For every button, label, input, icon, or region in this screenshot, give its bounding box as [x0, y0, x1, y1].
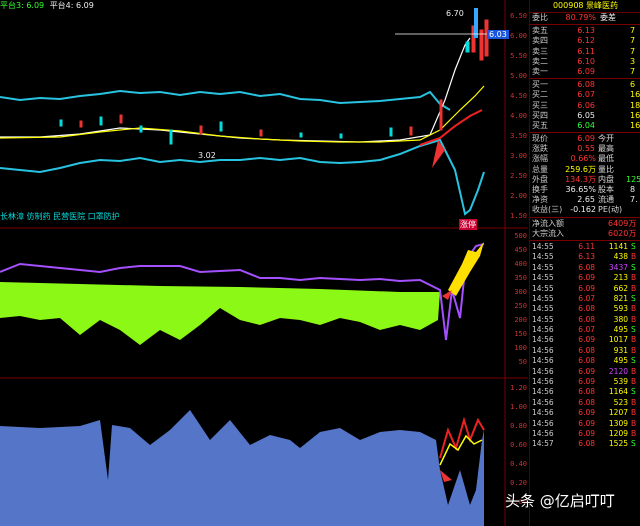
tick-row: 14:55 6.09 662 B: [532, 283, 637, 293]
tick-row: 14:56 6.09 539 B: [532, 377, 637, 387]
axis-label: 4.50: [510, 92, 527, 100]
axis-label: 1.00: [510, 403, 527, 411]
quote-row: 外盘 134.3万 内盘 125: [532, 174, 640, 184]
axis-label: 300: [514, 288, 527, 296]
tick-row: 14:56 6.08 1164 S: [532, 387, 636, 397]
axis-label: 2.00: [510, 192, 527, 200]
tick-list[interactable]: 14:55 6.11 1141 S 14:55 6.13 438 B 14:55 6.08 34…: [530, 242, 640, 450]
flow-row: 大宗流入 6020万: [532, 228, 637, 238]
axis-label: 5.00: [510, 72, 527, 80]
quote-row: 换手 36.65% 股本 8: [532, 185, 636, 194]
tick-row: 14:57 6.08 1525 S: [532, 439, 636, 449]
axis-label: 0.20: [510, 479, 527, 487]
osc-yellow-line: [439, 434, 483, 466]
stock-header[interactable]: 000908 景峰医药: [530, 0, 640, 13]
axis-label: 350: [514, 274, 527, 282]
webi-value: 80.79%: [565, 13, 596, 22]
axis-label: 6.00: [510, 32, 527, 40]
tick-row: 14:56 6.09 1309 B: [532, 418, 637, 428]
ma-white-line: [0, 37, 471, 143]
ask-row[interactable]: 卖五 6.13 7: [530, 26, 640, 36]
ask-row[interactable]: 卖二 6.10 3: [530, 57, 640, 67]
flow-row: 净流入额 6409万: [532, 218, 637, 228]
axis-label: 50: [518, 358, 527, 366]
bid-row[interactable]: 买四 6.05 16: [530, 111, 640, 121]
axis-label: 1.50: [510, 212, 527, 220]
tick-row: 14:56 6.09 1017 B: [532, 335, 637, 345]
tick-row: 14:55 6.09 213 B: [532, 273, 637, 283]
quote-row: 净资 2.65 流通 7.: [532, 195, 638, 205]
axis-label: 3.00: [510, 152, 527, 160]
tick-row: 14:55 6.07 821 S: [532, 293, 636, 303]
tick-row: 14:55 6.08 3437 S: [532, 262, 636, 272]
price-cursor: [474, 8, 478, 38]
axis-label: 100: [514, 344, 527, 352]
quote-row: 总量 259.6万 量比: [532, 164, 614, 174]
watermark: 头条 @亿启叮叮: [505, 492, 615, 510]
tick-row: 14:56 6.07 495 S: [532, 325, 636, 335]
bid-row[interactable]: 买三 6.06 18: [530, 101, 640, 111]
candles-red: [79, 19, 489, 137]
ask-row[interactable]: 卖三 6.11 7: [530, 47, 640, 57]
quote-panel: 000908 景峰医药 委比 80.79% 委差 卖五 6.13 7 卖四 6.12 7…: [529, 0, 640, 526]
quote-row: 涨幅 0.66% 最低: [532, 154, 614, 164]
candles: [59, 41, 470, 145]
volume-green-area: [0, 282, 440, 345]
stock-name: 景峰医药: [586, 1, 619, 10]
tick-row: 14:56 6.09 1207 B: [532, 408, 637, 418]
mid-axis: 500 450 400 350 300 250 200 150 100 50: [506, 232, 528, 376]
quote-row: 涨跌 0.55 最高: [532, 144, 614, 154]
axis-label: 5.50: [510, 52, 527, 60]
tick-row: 14:56 6.08 931 B: [532, 345, 637, 355]
topbar-item-2: 平台4: 6.09: [49, 1, 94, 10]
limit-up-tag: 涨停: [459, 219, 477, 230]
axis-label: 0.40: [510, 460, 527, 468]
axis-label: 4.00: [510, 112, 527, 120]
bid-row[interactable]: 买五 6.04 16: [530, 121, 640, 131]
tick-row: 14:56 6.09 1209 B: [532, 428, 637, 438]
main-price-axis: 6.50 6.00 5.50 5.00 4.50 4.00 3.50 3.00 …: [506, 12, 528, 228]
axis-label: 6.50: [510, 12, 527, 20]
tick-row: 14:55 6.08 380 B: [532, 314, 637, 324]
bid-row[interactable]: 买一 6.08 6: [530, 80, 640, 90]
ask-row[interactable]: 卖一 6.09 7: [530, 67, 640, 77]
quote-row: 现价 6.09 今开: [532, 134, 614, 144]
tick-row: 14:56 6.08 523 B: [532, 397, 637, 407]
low-price-label: 3.02: [198, 151, 216, 160]
quote-row: 收益(三) -0.162 PE(动): [532, 205, 623, 215]
axis-label: 250: [514, 302, 527, 310]
peak-price-label: 6.70: [446, 9, 464, 18]
webi-label2: 委差: [600, 13, 616, 22]
axis-label: 0.80: [510, 422, 527, 430]
indicator-topbar: 平台3: 6.09 平台4: 6.09: [0, 0, 97, 10]
cyan-upper-line: [0, 89, 451, 111]
yellow-flow-spike: [448, 242, 484, 296]
axis-label: 500: [514, 232, 527, 240]
topbar-item-1: 平台3: 6.09: [0, 1, 45, 10]
tick-row: 14:56 6.09 2120 B: [532, 366, 637, 376]
axis-label: 400: [514, 260, 527, 268]
axis-label: 1.20: [510, 384, 527, 392]
concept-strip: 长林漳 仿制药 民营医院 口罩防护: [0, 212, 120, 221]
axis-label: 3.50: [510, 132, 527, 140]
webi-row: 委比 80.79% 委差: [530, 13, 640, 23]
axis-label: 150: [514, 330, 527, 338]
axis-label: 450: [514, 246, 527, 254]
bottom-blue-area: [0, 410, 484, 526]
webi-label: 委比: [532, 13, 548, 22]
axis-label: 0.60: [510, 441, 527, 449]
axis-label: 200: [514, 316, 527, 324]
main-kline-svg: [0, 0, 528, 526]
ma-red-line: [419, 109, 483, 146]
bid-row[interactable]: 买二 6.07 16: [530, 90, 640, 100]
ask-row[interactable]: 卖四 6.12 7: [530, 36, 640, 46]
chart-area[interactable]: 平台3: 6.09 平台4: 6.09 6.70 3.02 6.03 涨停 长林…: [0, 0, 528, 526]
tick-row: 14:56 6.08 495 S: [532, 356, 636, 366]
axis-label: 2.50: [510, 172, 527, 180]
tick-row: 14:55 6.13 438 B: [532, 252, 637, 262]
stock-code: 000908: [552, 1, 584, 10]
tick-row: 14:55 6.08 593 B: [532, 304, 637, 314]
cyan-lower-line: [0, 138, 485, 216]
tick-row: 14:55 6.11 1141 S: [532, 241, 636, 251]
